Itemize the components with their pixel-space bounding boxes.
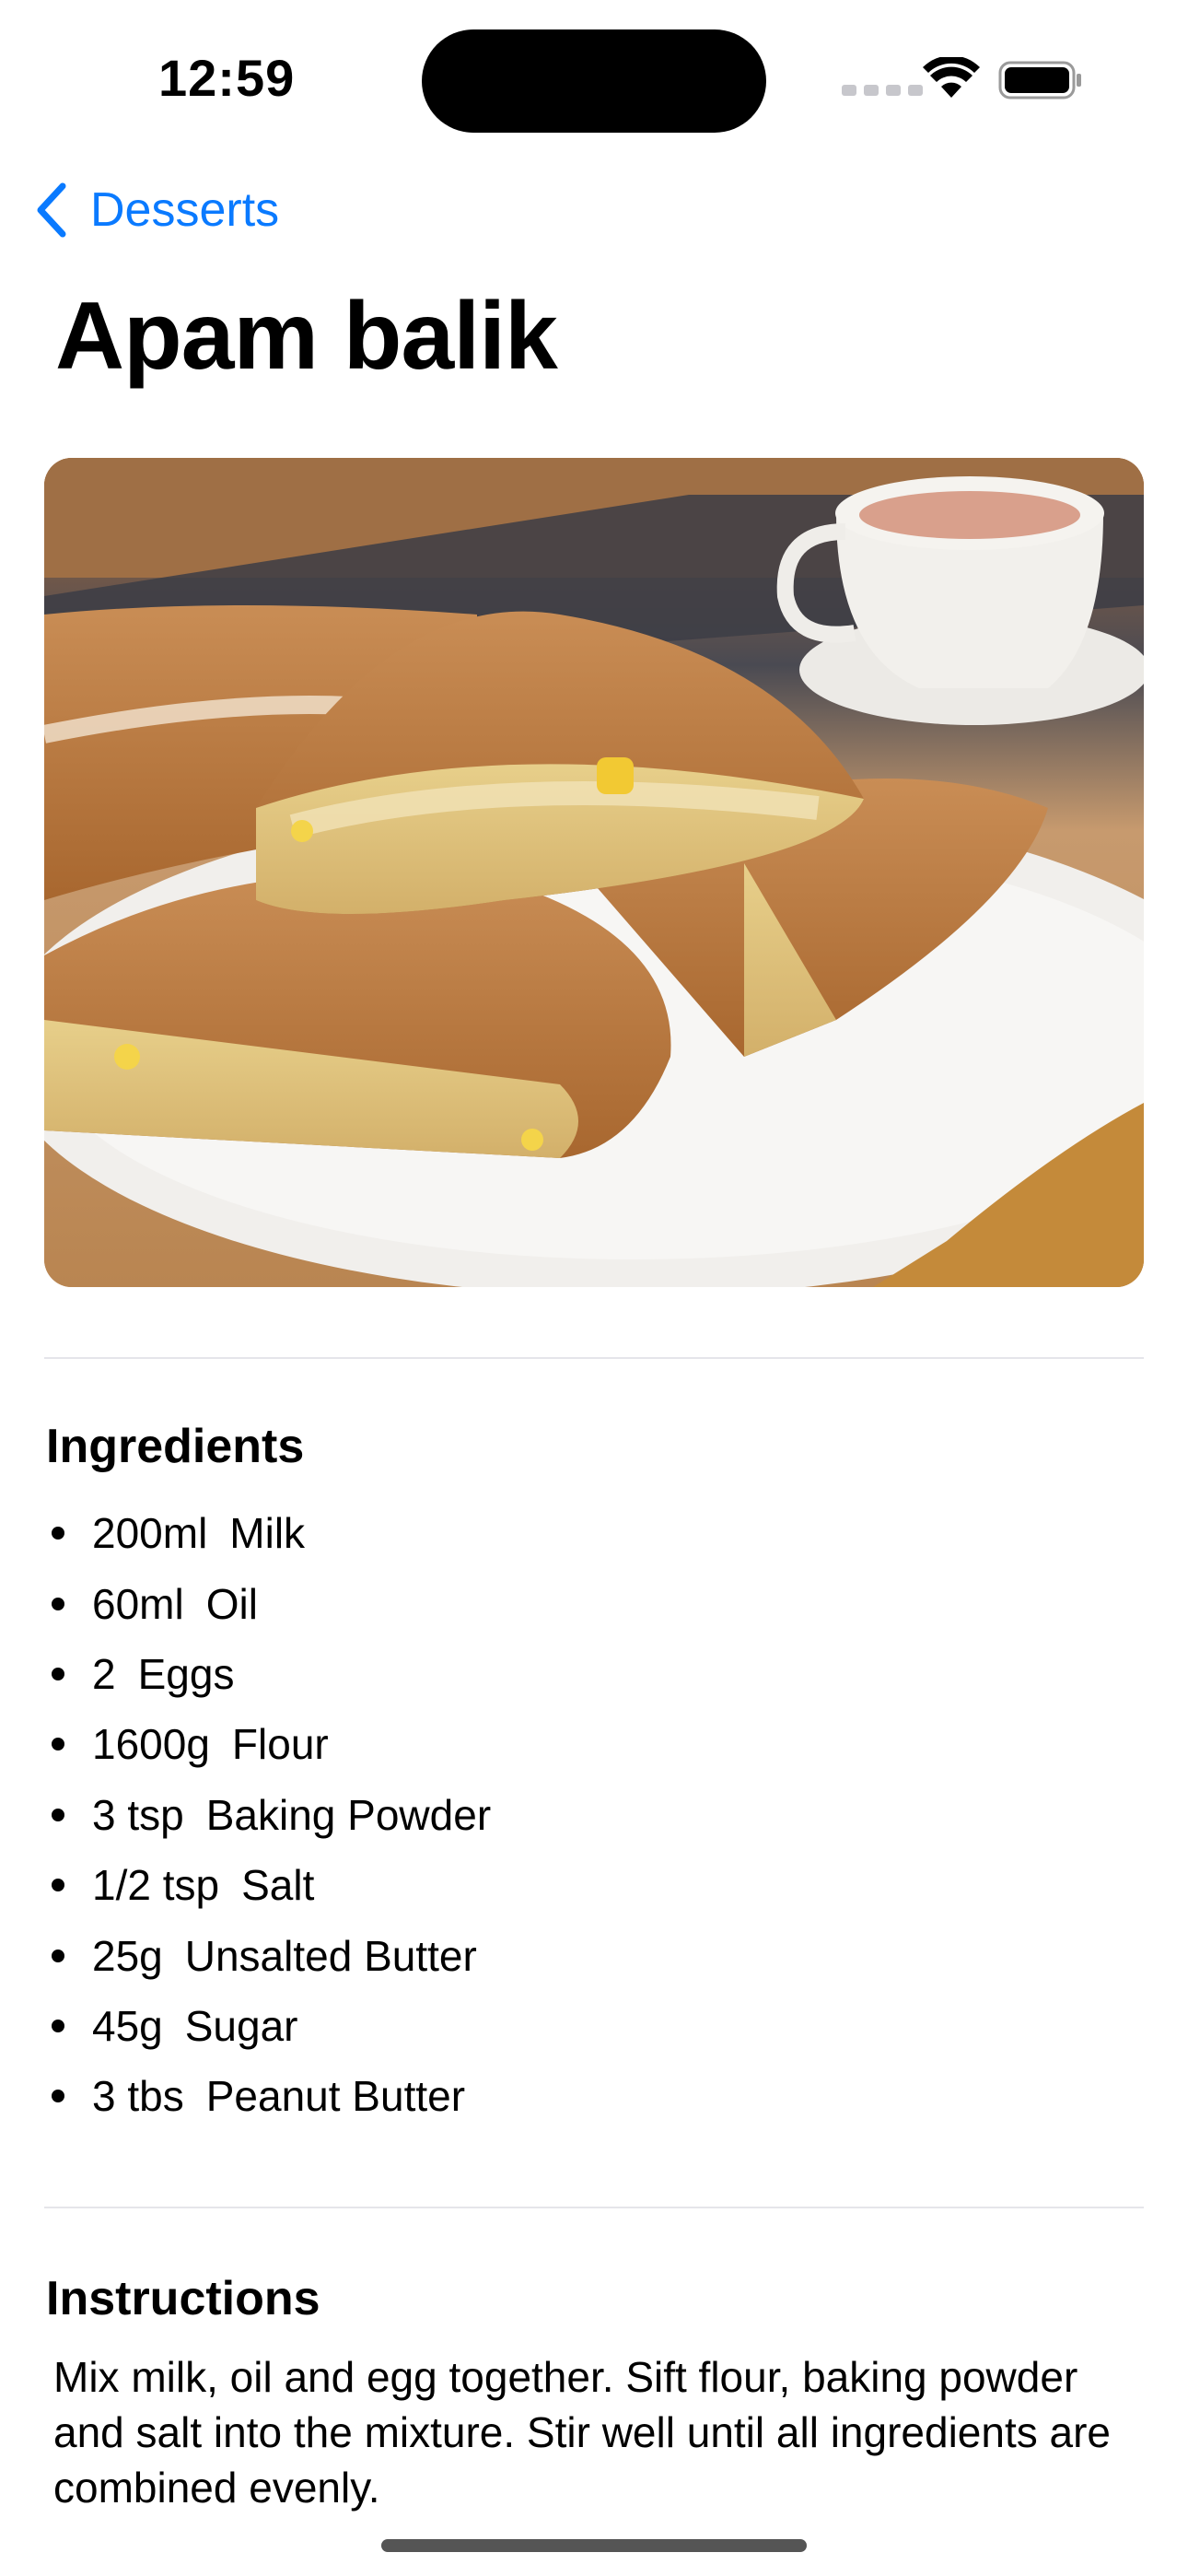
ingredient-name: Sugar (184, 2001, 298, 2050)
divider (44, 2207, 1144, 2208)
back-button-label: Desserts (90, 183, 280, 237)
ingredient-measure: 1600g (92, 1720, 210, 1769)
bullet-icon (52, 1949, 64, 1962)
battery-icon (998, 61, 1081, 100)
status-time: 12:59 (158, 49, 296, 107)
status-bar: 12:59 (0, 0, 1188, 157)
ingredient-measure: 1/2 tsp (92, 1861, 220, 1910)
ingredient-item: 3 tbs Peanut Butter (46, 2061, 491, 2131)
ingredient-name: Milk (229, 1509, 306, 1558)
ingredient-measure: 45g (92, 2001, 163, 2050)
ingredient-measure: 2 (92, 1649, 116, 1698)
ingredient-measure: 3 tbs (92, 2072, 184, 2121)
recipe-photo (44, 458, 1144, 1287)
ingredient-name: Peanut Butter (205, 2072, 466, 2121)
ingredient-name: Flour (231, 1720, 329, 1769)
ingredient-item: 60ml Oil (46, 1568, 491, 1638)
wifi-icon (923, 57, 980, 98)
divider (44, 1357, 1144, 1359)
bullet-icon (52, 1808, 64, 1821)
bullet-icon (52, 1527, 64, 1540)
ingredient-measure: 3 tsp (92, 1790, 184, 1839)
bullet-icon (52, 2019, 64, 2032)
ingredient-item: 200ml Milk (46, 1498, 491, 1568)
ingredient-name: Unsalted Butter (184, 1931, 477, 1980)
ingredient-item: 1600g Flour (46, 1709, 491, 1779)
cellular-signal-icon (842, 85, 923, 96)
ingredient-name: Baking Powder (205, 1790, 492, 1839)
ingredient-measure: 200ml (92, 1509, 208, 1558)
home-indicator[interactable] (381, 2539, 807, 2552)
page-title: Apam balik (55, 283, 558, 390)
dynamic-island (422, 29, 766, 133)
ingredient-measure: 60ml (92, 1579, 184, 1628)
ingredients-list: 200ml Milk 60ml Oil 2 Eggs 1600g Flour 3 tsp… (46, 1498, 491, 2132)
instructions-heading: Instructions (46, 2272, 320, 2325)
ingredient-measure: 25g (92, 1931, 163, 1980)
ingredients-heading: Ingredients (46, 1420, 305, 1473)
chevron-left-icon (37, 182, 66, 238)
ingredient-item: 45g Sugar (46, 1991, 491, 2061)
ingredient-name: Salt (241, 1861, 315, 1910)
back-button[interactable]: Desserts (33, 181, 279, 240)
ingredient-item: 2 Eggs (46, 1639, 491, 1709)
bullet-icon (52, 1879, 64, 1892)
ingredient-item: 1/2 tsp Salt (46, 1850, 491, 1920)
ingredient-name: Eggs (137, 1649, 235, 1698)
bullet-icon (52, 1738, 64, 1751)
ingredient-item: 25g Unsalted Butter (46, 1920, 491, 1990)
bullet-icon (52, 2090, 64, 2103)
ingredient-item: 3 tsp Baking Powder (46, 1780, 491, 1850)
instructions-text: Mix milk, oil and egg together. Sift flo… (53, 2353, 1112, 2512)
bullet-icon (52, 1667, 64, 1680)
bullet-icon (52, 1597, 64, 1610)
ingredient-name: Oil (205, 1579, 258, 1628)
